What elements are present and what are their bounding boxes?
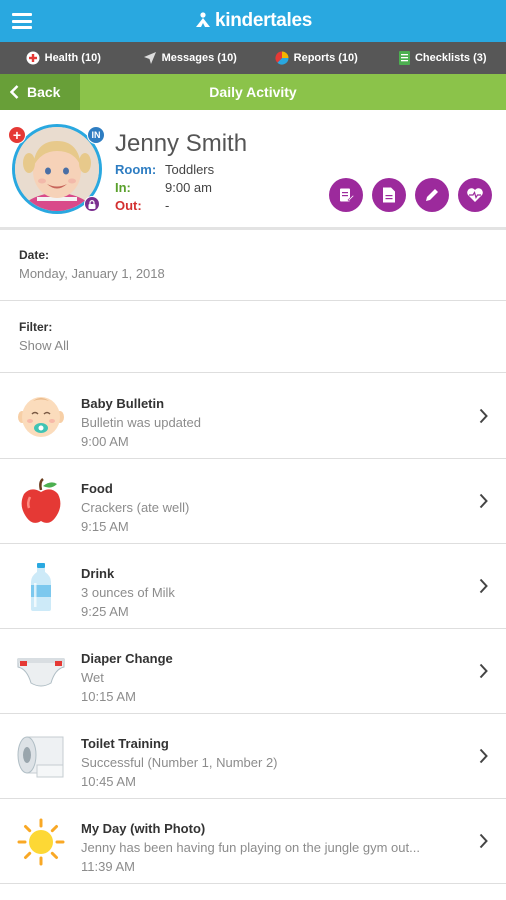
activity-title: Toilet Training (81, 736, 169, 751)
activity-row-toilet-training[interactable]: Toilet Training Successful (Number 1, Nu… (0, 714, 506, 799)
activity-detail: 3 ounces of Milk (81, 585, 175, 600)
chevron-right-icon (479, 663, 488, 679)
activity-detail: Wet (81, 670, 104, 685)
brand-logo: kindertales (0, 10, 506, 32)
status-in-badge: IN (87, 126, 105, 144)
chevron-right-icon (479, 408, 488, 424)
in-value: 9:00 am (165, 180, 212, 195)
activity-time: 9:00 AM (81, 434, 129, 449)
filter-value: Show All (19, 338, 69, 353)
activity-detail: Crackers (ate well) (81, 500, 190, 515)
health-cross-icon (26, 51, 40, 65)
activity-row-food[interactable]: Food Crackers (ate well) 9:15 AM (0, 459, 506, 544)
back-button[interactable]: Back (0, 74, 80, 110)
activity-row-drink[interactable]: Drink 3 ounces of Milk 9:25 AM (0, 544, 506, 629)
paper-plane-icon (143, 51, 157, 65)
report-button[interactable] (372, 178, 406, 212)
avatar-container: + IN (8, 124, 105, 214)
kindertales-logo-icon (195, 12, 210, 27)
activity-detail: Successful (Number 1, Number 2) (81, 755, 278, 770)
bottle-icon (16, 562, 66, 612)
health-alert-icon[interactable]: + (8, 126, 26, 144)
room-value: Toddlers (165, 162, 215, 177)
tab-checklists[interactable]: Checklists (3) (380, 42, 506, 74)
document-icon (383, 187, 395, 203)
date-label: Date: (19, 248, 50, 262)
note-edit-icon (340, 188, 354, 202)
activity-row-my-day[interactable]: My Day (with Photo) Jenny has been havin… (0, 799, 506, 884)
activity-title: My Day (with Photo) (81, 821, 206, 836)
activity-row-diaper-change[interactable]: Diaper Change Wet 10:15 AM (0, 629, 506, 714)
tab-messages-label: Messages (10) (161, 52, 237, 64)
activity-time: 10:15 AM (81, 689, 136, 704)
chevron-right-icon (479, 748, 488, 764)
activity-time: 9:25 AM (81, 604, 129, 619)
module-tab-bar: Health (10) Messages (10) Reports (10) C… (0, 42, 506, 74)
tab-reports-label: Reports (10) (293, 52, 358, 64)
brand-name: kindertales (214, 10, 313, 31)
date-section[interactable]: Date: Monday, January 1, 2018 (0, 230, 506, 301)
sun-icon (16, 817, 66, 867)
date-value: Monday, January 1, 2018 (19, 266, 165, 281)
activity-title: Diaper Change (81, 651, 173, 666)
activity-time: 11:39 AM (81, 859, 135, 874)
title-bar: Back Daily Activity (0, 74, 506, 110)
activity-row-baby-bulletin[interactable]: Baby Bulletin Bulletin was updated 9:00 … (0, 374, 506, 459)
checklist-icon (398, 51, 410, 65)
diaper-icon (16, 647, 66, 697)
health-check-button[interactable] (458, 178, 492, 212)
edit-button[interactable] (415, 178, 449, 212)
filter-label: Filter: (19, 320, 53, 334)
child-name: Jenny Smith (115, 130, 248, 157)
activity-title: Food (81, 481, 113, 496)
filter-section[interactable]: Filter: Show All (0, 301, 506, 373)
activity-time: 9:15 AM (81, 519, 129, 534)
tab-reports[interactable]: Reports (10) (253, 42, 380, 74)
chevron-right-icon (479, 833, 488, 849)
tab-health-label: Health (10) (44, 52, 101, 64)
toilet-paper-icon (16, 732, 66, 782)
in-label: In: (115, 180, 131, 195)
lock-icon (84, 196, 100, 212)
child-profile-card: + IN Jenny Smith Room: Toddlers In: 9:00… (0, 110, 506, 230)
activity-detail: Jenny has been having fun playing on the… (81, 840, 420, 855)
tab-messages[interactable]: Messages (10) (127, 42, 254, 74)
room-label: Room: (115, 162, 157, 177)
tab-health[interactable]: Health (10) (0, 42, 127, 74)
activity-time: 10:45 AM (81, 774, 136, 789)
activity-title: Drink (81, 566, 115, 581)
heartbeat-icon (467, 188, 483, 202)
app-bar: kindertales (0, 0, 506, 42)
pencil-icon (426, 189, 438, 201)
chevron-right-icon (479, 493, 488, 509)
pie-chart-icon (275, 51, 289, 65)
baby-face-icon (16, 392, 66, 442)
out-value: - (165, 198, 170, 213)
out-label: Out: (115, 198, 142, 213)
tab-checklists-label: Checklists (3) (414, 52, 487, 64)
apple-icon (16, 477, 66, 527)
add-note-button[interactable] (329, 178, 363, 212)
activity-detail: Bulletin was updated (81, 415, 201, 430)
back-label: Back (27, 84, 61, 100)
chevron-right-icon (479, 578, 488, 594)
activity-title: Baby Bulletin (81, 396, 165, 411)
chevron-left-icon (10, 85, 19, 99)
